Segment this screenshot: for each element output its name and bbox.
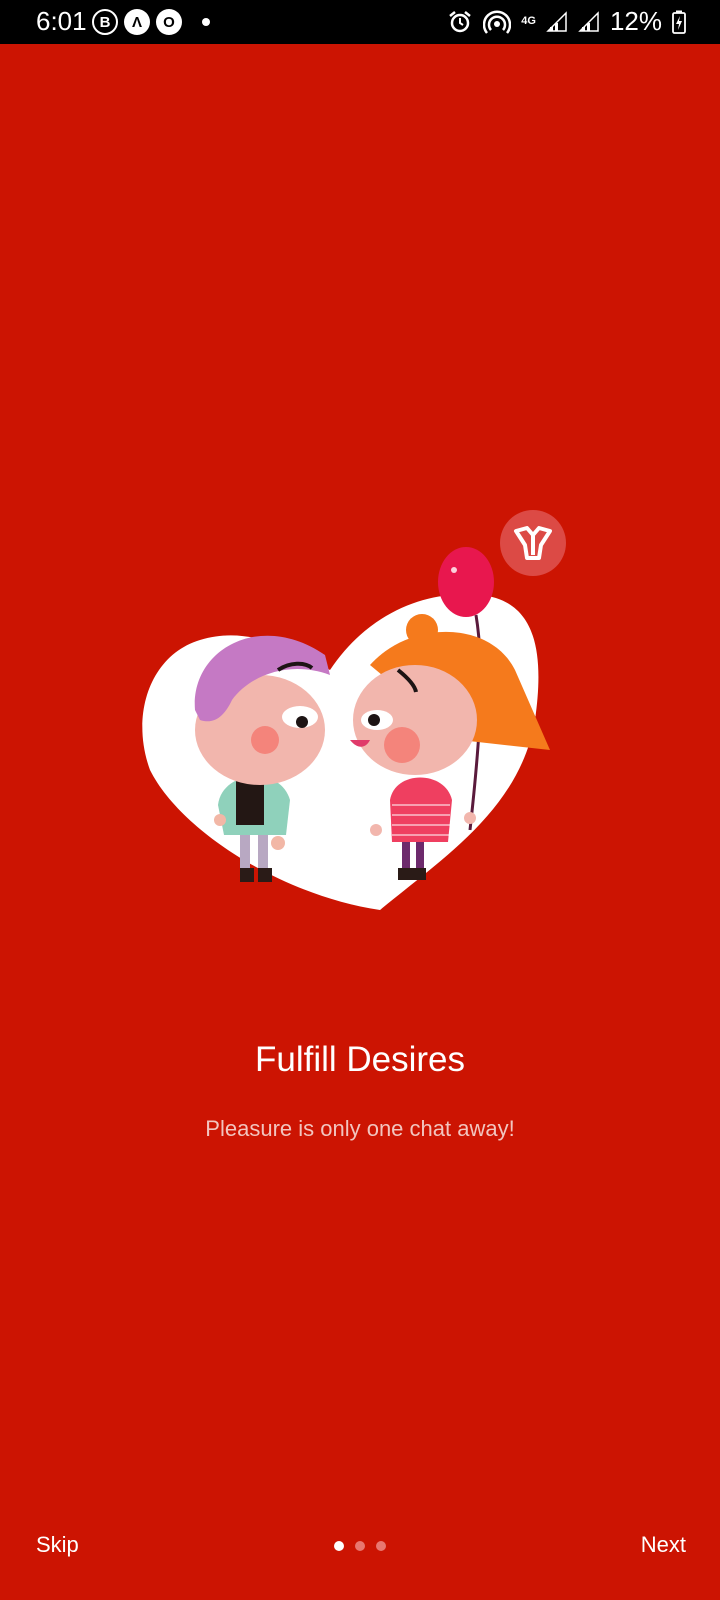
app-logo-badge (500, 510, 566, 576)
app-logo-icon (514, 526, 552, 560)
onboarding-subtitle: Pleasure is only one chat away! (205, 1116, 515, 1141)
more-notifications-dot-icon (202, 18, 210, 26)
status-bar: 6:01 B Λ O 4G 12% (0, 0, 720, 44)
page-dot-3[interactable] (376, 1541, 386, 1551)
onboarding-title: Fulfill Desires (254, 1040, 466, 1079)
couple-heart-illustration (142, 547, 550, 910)
battery-percent: 12% (609, 6, 662, 36)
battery-charging-icon (672, 10, 686, 34)
signal-icon (546, 10, 567, 32)
status-time: 6:01 (36, 6, 87, 36)
b-badge-icon: B (92, 9, 118, 35)
a-badge-icon: Λ (124, 9, 150, 35)
page-dot-1[interactable] (334, 1541, 344, 1551)
notification-icons: B Λ O (92, 9, 210, 35)
skip-button[interactable]: Skip (36, 1532, 79, 1558)
next-button[interactable]: Next (641, 1532, 686, 1558)
network-type: 4G (521, 15, 536, 27)
signal-icon-2 (578, 10, 599, 32)
page-dot-2[interactable] (355, 1541, 365, 1551)
balloon (438, 547, 494, 617)
system-icons: 4G 12% (447, 6, 686, 37)
hotspot-icon (483, 9, 512, 34)
page-indicator (334, 1541, 386, 1551)
alarm-icon (449, 10, 472, 32)
o-badge-icon: O (156, 9, 182, 35)
